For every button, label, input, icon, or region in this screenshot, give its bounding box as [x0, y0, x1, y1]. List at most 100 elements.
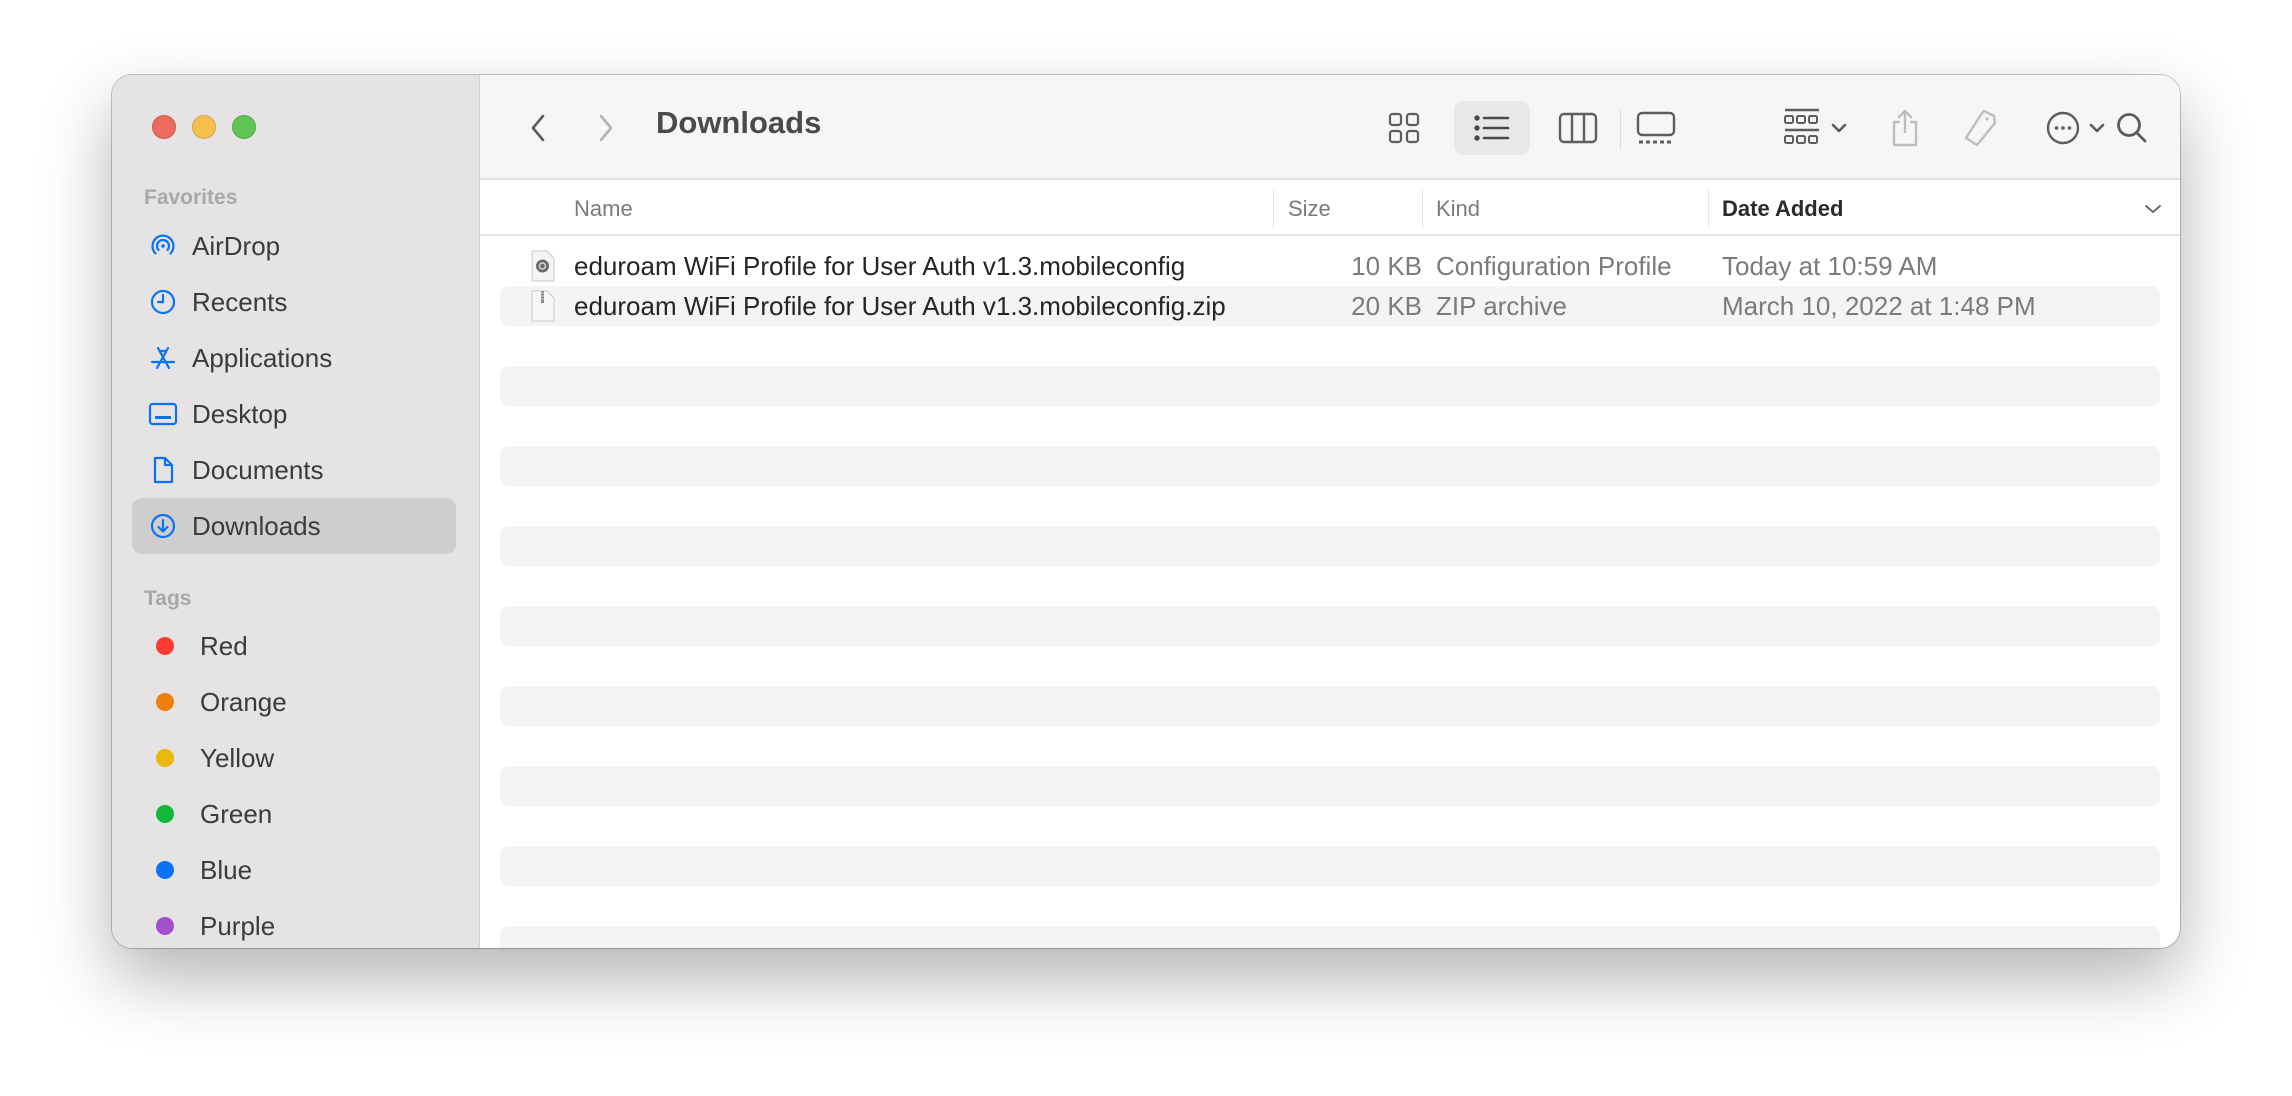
sidebar: Favorites AirDrop Recents Applications D…	[112, 75, 480, 948]
sidebar-item-airdrop[interactable]: AirDrop	[132, 218, 456, 274]
main-pane: Downloads Name Size Kind Date Added edur…	[480, 75, 2180, 948]
file-date-added: Today at 10:59 AM	[1722, 250, 1938, 281]
sidebar-item-label: Purple	[200, 910, 276, 941]
empty-row	[500, 646, 2160, 686]
grid-icon	[1388, 112, 1420, 144]
favorites-label: Favorites	[144, 186, 238, 209]
column-divider[interactable]	[1422, 190, 1423, 228]
group-icon	[1784, 108, 1819, 144]
sidebar-item-label: Blue	[200, 854, 253, 885]
yellow-tag-dot-icon	[156, 749, 174, 767]
red-tag-dot-icon	[156, 637, 174, 655]
file-kind: ZIP archive	[1436, 290, 1568, 321]
sidebar-tag-yellow[interactable]: Yellow	[132, 730, 456, 786]
traffic-lights	[152, 115, 256, 139]
search-button[interactable]	[2110, 101, 2154, 155]
more-actions-button[interactable]	[2038, 101, 2112, 155]
empty-row	[500, 846, 2160, 886]
empty-row	[500, 726, 2160, 766]
empty-row	[500, 486, 2160, 526]
column-divider[interactable]	[1708, 190, 1709, 228]
forward-button[interactable]	[588, 101, 624, 155]
file-row[interactable]: eduroam WiFi Profile for User Auth v1.3.…	[500, 286, 2160, 326]
window-title: Downloads	[656, 105, 822, 140]
ellipsis-circle-icon	[2046, 111, 2080, 145]
orange-tag-dot-icon	[156, 693, 174, 711]
tags-button[interactable]	[1958, 101, 2002, 155]
back-button[interactable]	[520, 101, 556, 155]
empty-row	[500, 566, 2160, 606]
sidebar-item-recents[interactable]: Recents	[132, 274, 456, 330]
sort-direction-button[interactable]	[2144, 182, 2162, 236]
file-list: eduroam WiFi Profile for User Auth v1.3.…	[500, 246, 2160, 948]
column-header: Name Size Kind Date Added	[480, 182, 2180, 236]
toolbar: Downloads	[480, 75, 2180, 180]
file-date-added: March 10, 2022 at 1:48 PM	[1722, 290, 2036, 321]
sidebar-item-label: Recents	[192, 286, 288, 317]
share-icon	[1892, 109, 1918, 147]
file-kind: Configuration Profile	[1436, 250, 1672, 281]
tag-icon	[1964, 109, 1997, 147]
empty-row	[500, 766, 2160, 806]
empty-row	[500, 806, 2160, 846]
tags-label: Tags	[144, 587, 192, 610]
gallery-view-button[interactable]	[1628, 101, 1684, 155]
columns-icon	[1558, 112, 1598, 144]
sidebar-tag-purple[interactable]: Purple	[132, 898, 456, 948]
sidebar-item-label: Documents	[192, 454, 324, 485]
chevron-down-icon	[2145, 205, 2161, 213]
empty-row	[500, 526, 2160, 566]
sidebar-item-label: Green	[200, 798, 273, 829]
config-profile-file-icon	[530, 246, 556, 286]
column-header-name[interactable]: Name	[574, 182, 633, 236]
empty-row	[500, 686, 2160, 726]
sidebar-item-downloads[interactable]: Downloads	[132, 498, 456, 554]
sidebar-tag-green[interactable]: Green	[132, 786, 456, 842]
empty-row	[500, 926, 2160, 948]
clock-icon	[148, 287, 178, 317]
icon-view-button[interactable]	[1379, 101, 1429, 155]
chevron-left-icon	[531, 114, 545, 142]
sidebar-tag-orange[interactable]: Orange	[132, 674, 456, 730]
sidebar-tag-red[interactable]: Red	[132, 618, 456, 674]
sidebar-item-label: Downloads	[192, 510, 321, 541]
close-button[interactable]	[152, 115, 176, 139]
column-header-date-added[interactable]: Date Added	[1722, 182, 1843, 236]
file-name: eduroam WiFi Profile for User Auth v1.3.…	[574, 290, 1226, 321]
share-button[interactable]	[1885, 101, 1925, 155]
zip-file-icon	[530, 286, 556, 326]
minimize-button[interactable]	[192, 115, 216, 139]
sidebar-item-applications[interactable]: Applications	[132, 330, 456, 386]
applications-icon	[148, 343, 178, 373]
empty-row	[500, 886, 2160, 926]
empty-row	[500, 606, 2160, 646]
file-row[interactable]: eduroam WiFi Profile for User Auth v1.3.…	[500, 246, 2160, 286]
empty-row	[500, 406, 2160, 446]
file-size: 20 KB	[1351, 290, 1422, 321]
list-view-button[interactable]	[1454, 101, 1530, 155]
green-tag-dot-icon	[156, 805, 174, 823]
document-icon	[148, 455, 178, 485]
blue-tag-dot-icon	[156, 861, 174, 879]
file-name: eduroam WiFi Profile for User Auth v1.3.…	[574, 250, 1186, 281]
column-view-button[interactable]	[1548, 101, 1608, 155]
gallery-icon	[1636, 111, 1676, 144]
empty-row	[500, 446, 2160, 486]
sidebar-item-desktop[interactable]: Desktop	[132, 386, 456, 442]
empty-row	[500, 366, 2160, 406]
group-by-button[interactable]	[1775, 101, 1855, 155]
column-divider[interactable]	[1273, 190, 1274, 228]
sidebar-item-documents[interactable]: Documents	[132, 442, 456, 498]
purple-tag-dot-icon	[156, 917, 174, 935]
finder-window: Favorites AirDrop Recents Applications D…	[112, 75, 2180, 948]
empty-row	[500, 326, 2160, 366]
chevron-right-icon	[599, 114, 613, 142]
search-icon	[2117, 113, 2147, 143]
column-header-kind[interactable]: Kind	[1436, 182, 1480, 236]
chevron-down-icon	[1831, 123, 1847, 133]
download-icon	[148, 511, 178, 541]
zoom-button[interactable]	[232, 115, 256, 139]
file-size: 10 KB	[1351, 250, 1422, 281]
sidebar-tag-blue[interactable]: Blue	[132, 842, 456, 898]
column-header-size[interactable]: Size	[1288, 182, 1331, 236]
